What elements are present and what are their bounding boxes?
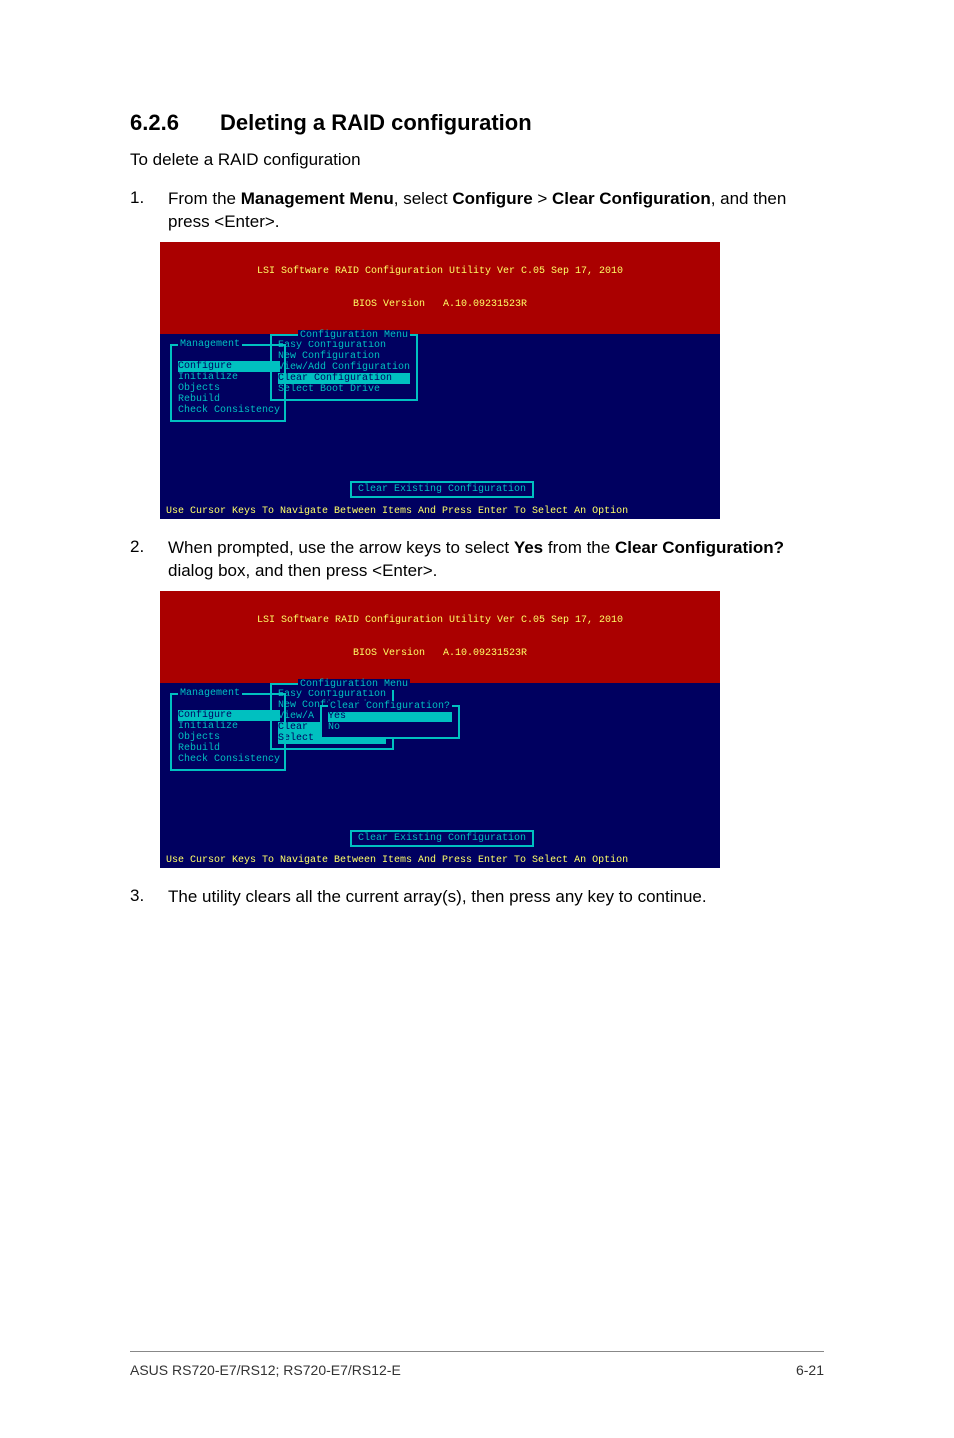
management-menu-box: Configure Initialize Objects Rebuild Che…: [170, 693, 286, 771]
section-title-text: Deleting a RAID configuration: [220, 110, 532, 135]
status-text: Clear Existing Configuration: [358, 484, 526, 495]
step-body: The utility clears all the current array…: [168, 886, 824, 909]
bios-body: Configuration Menu Easy Configuration Ne…: [160, 334, 720, 504]
management-menu-label: Management: [178, 688, 242, 699]
configuration-menu-label: Configuration Menu: [298, 330, 410, 341]
bios-body: Configuration Menu Easy Configuration Ne…: [160, 683, 720, 853]
bios-title-line1: LSI Software RAID Configuration Utility …: [166, 266, 714, 277]
step-body: When prompted, use the arrow keys to sel…: [168, 537, 824, 583]
status-box: Clear Existing Configuration: [350, 830, 534, 847]
mgmt-item-configure[interactable]: Configure: [178, 361, 280, 372]
cfg-item-new[interactable]: New Configuration: [278, 351, 410, 362]
dialog-no[interactable]: No: [328, 722, 452, 733]
dialog-yes[interactable]: Yes: [328, 711, 452, 722]
mgmt-item-initialize[interactable]: Initialize: [178, 372, 280, 383]
mgmt-item-objects[interactable]: Objects: [178, 383, 280, 394]
bios-footer: Use Cursor Keys To Navigate Between Item…: [160, 853, 720, 868]
management-menu-label: Management: [178, 339, 242, 350]
configuration-menu-label: Configuration Menu: [298, 679, 410, 690]
page-footer: ASUS RS720-E7/RS12; RS720-E7/RS12-E 6-21: [130, 1351, 824, 1378]
mgmt-item-check[interactable]: Check Consistency: [178, 405, 280, 416]
cfg-item-easy[interactable]: Easy Configuration: [278, 689, 386, 700]
step-1: 1. From the Management Menu, select Conf…: [130, 188, 824, 234]
footer-left: ASUS RS720-E7/RS12; RS720-E7/RS12-E: [130, 1362, 401, 1378]
mgmt-item-rebuild[interactable]: Rebuild: [178, 743, 280, 754]
mgmt-item-initialize[interactable]: Initialize: [178, 721, 280, 732]
management-menu-box: Configure Initialize Objects Rebuild Che…: [170, 344, 286, 422]
dialog-label: Clear Configuration?: [328, 701, 452, 712]
bios-title-bar: LSI Software RAID Configuration Utility …: [160, 242, 720, 334]
step-number: 2.: [130, 537, 168, 583]
status-box: Clear Existing Configuration: [350, 481, 534, 498]
clear-configuration-dialog: Clear Configuration? Yes No: [320, 705, 460, 739]
footer-right: 6-21: [796, 1362, 824, 1378]
bios-title-line2: BIOS Version A.10.09231523R: [166, 648, 714, 659]
step-number: 1.: [130, 188, 168, 234]
section-heading: 6.2.6Deleting a RAID configuration: [130, 110, 824, 136]
mgmt-item-rebuild[interactable]: Rebuild: [178, 394, 280, 405]
cfg-item-clear[interactable]: Clear Configuration: [278, 373, 410, 384]
mgmt-item-configure[interactable]: Configure: [178, 710, 280, 721]
cfg-item-easy[interactable]: Easy Configuration: [278, 340, 410, 351]
step-body: From the Management Menu, select Configu…: [168, 188, 824, 234]
configuration-menu-box: Configuration Menu Easy Configuration Ne…: [270, 334, 418, 401]
bios-screenshot-2: LSI Software RAID Configuration Utility …: [160, 591, 720, 868]
bios-title-bar: LSI Software RAID Configuration Utility …: [160, 591, 720, 683]
cfg-item-viewadd[interactable]: View/Add Configuration: [278, 362, 410, 373]
step-2: 2. When prompted, use the arrow keys to …: [130, 537, 824, 583]
bios-screenshot-1: LSI Software RAID Configuration Utility …: [160, 242, 720, 519]
cfg-item-boot[interactable]: Select Boot Drive: [278, 384, 410, 395]
bios-title-line2: BIOS Version A.10.09231523R: [166, 299, 714, 310]
status-text: Clear Existing Configuration: [358, 833, 526, 844]
bios-footer: Use Cursor Keys To Navigate Between Item…: [160, 504, 720, 519]
step-3: 3. The utility clears all the current ar…: [130, 886, 824, 909]
step-number: 3.: [130, 886, 168, 909]
mgmt-item-objects[interactable]: Objects: [178, 732, 280, 743]
bios-title-line1: LSI Software RAID Configuration Utility …: [166, 615, 714, 626]
intro-text: To delete a RAID configuration: [130, 150, 824, 170]
section-number: 6.2.6: [130, 110, 220, 136]
mgmt-item-check[interactable]: Check Consistency: [178, 754, 280, 765]
